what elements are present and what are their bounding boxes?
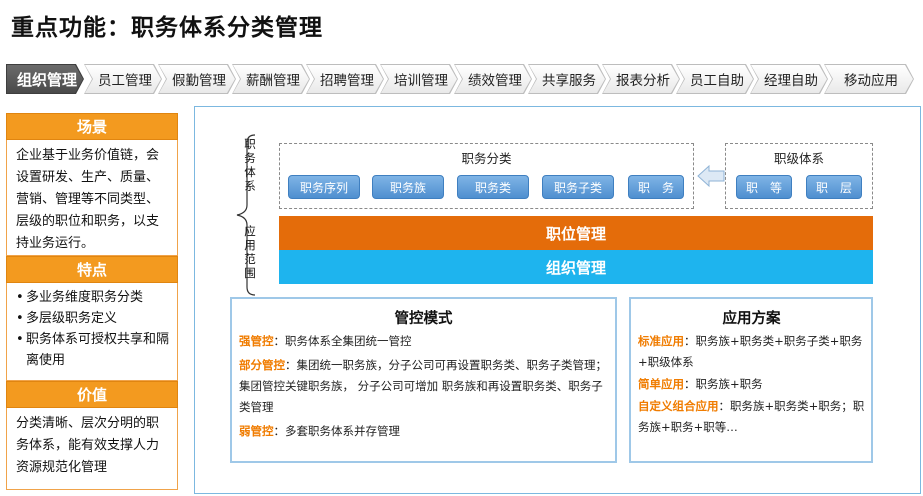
tab-payroll-management[interactable]: 薪酬管理 bbox=[232, 64, 310, 94]
tab-label: 共享服务 bbox=[542, 73, 596, 89]
pill-job-sequence: 职务序列 bbox=[288, 175, 360, 199]
control-line-strong: 强管控：职务体系全集团统一管控 bbox=[239, 331, 608, 352]
job-category-title: 职务分类 bbox=[461, 151, 512, 166]
tab-performance-management[interactable]: 绩效管理 bbox=[454, 64, 532, 94]
solution-key: 标准应用 bbox=[638, 334, 684, 348]
left-panel: 场景 企业基于业务价值链，会设置研发、生产、质量、营销、管理等不同类型、层级的职… bbox=[6, 113, 178, 490]
solution-line-simple: 简单应用：职务族+职务 bbox=[638, 374, 865, 395]
tab-shared-services[interactable]: 共享服务 bbox=[528, 64, 606, 94]
brace-icon bbox=[236, 134, 256, 296]
control-key: 强管控 bbox=[239, 334, 274, 348]
tab-recruitment-management[interactable]: 招聘管理 bbox=[306, 64, 384, 94]
bar-org-management: 组织管理 bbox=[279, 250, 873, 284]
control-desc: ：多套职务体系并存管理 bbox=[273, 424, 401, 438]
bar-position-management: 职位管理 bbox=[279, 216, 873, 250]
solution-title: 应用方案 bbox=[722, 311, 781, 327]
tab-label: 招聘管理 bbox=[320, 73, 374, 89]
pill-job: 职 务 bbox=[628, 175, 684, 199]
tab-manager-self-service[interactable]: 经理自助 bbox=[750, 64, 828, 94]
tab-label: 移动应用 bbox=[844, 73, 898, 89]
list-item: 多层级职务定义 bbox=[16, 308, 169, 329]
control-line-weak: 弱管控：多套职务体系并存管理 bbox=[239, 421, 608, 442]
features-body: 多业务维度职务分类 多层级职务定义 职务体系可授权共享和隔离使用 bbox=[6, 283, 178, 381]
pill-job-class: 职务类 bbox=[457, 175, 529, 199]
control-desc: ：集团统一职务族，分子公司可再设置职务类、职务子类管理；集团管控关键职务族， 分… bbox=[239, 358, 607, 414]
list-item: 职务体系可授权共享和隔离使用 bbox=[16, 329, 169, 371]
scene-header: 场景 bbox=[6, 113, 178, 140]
value-body: 分类清晰、层次分明的职务体系，能有效支撑人力资源规范化管理 bbox=[6, 408, 178, 490]
value-header: 价值 bbox=[6, 381, 178, 408]
solution-line-standard: 标准应用：职务族+职务类+职务子类+职务+职级体系 bbox=[638, 331, 865, 373]
tab-label: 报表分析 bbox=[616, 73, 670, 89]
tab-employee-management[interactable]: 员工管理 bbox=[84, 64, 162, 94]
tab-report-analysis[interactable]: 报表分析 bbox=[602, 64, 680, 94]
tab-org-management[interactable]: 组织管理 bbox=[6, 64, 84, 94]
solution-line-custom: 自定义组合应用：职务族+职务类+职务；职务族+职务+职等… bbox=[638, 396, 865, 438]
job-level-title: 职级体系 bbox=[773, 151, 824, 166]
module-nav: 组织管理 员工管理 假勤管理 薪酬管理 招聘管理 培训管理 绩效管理 共享服务 … bbox=[6, 64, 918, 94]
control-line-partial: 部分管控：集团统一职务族，分子公司可再设置职务类、职务子类管理；集团管控关键职务… bbox=[239, 355, 608, 418]
pill-job-family: 职务族 bbox=[372, 175, 444, 199]
tab-training-management[interactable]: 培训管理 bbox=[380, 64, 458, 94]
features-header: 特点 bbox=[6, 256, 178, 283]
scene-body: 企业基于业务价值链，会设置研发、生产、质量、营销、管理等不同类型、层级的职位和职… bbox=[6, 140, 178, 256]
pill-job-tier: 职 层 bbox=[806, 175, 862, 199]
tab-attendance-management[interactable]: 假勤管理 bbox=[158, 64, 236, 94]
control-desc: ：职务体系全集团统一管控 bbox=[273, 334, 412, 348]
solution-key: 自定义组合应用 bbox=[638, 399, 719, 413]
pill-job-subclass: 职务子类 bbox=[542, 175, 614, 199]
control-mode-box: 管控模式 强管控：职务体系全集团统一管控 部分管控：集团统一职务族，分子公司可再… bbox=[230, 297, 617, 463]
arrow-left-icon bbox=[697, 164, 725, 188]
tab-label: 培训管理 bbox=[394, 73, 448, 89]
tab-label: 绩效管理 bbox=[468, 73, 522, 89]
tab-label: 组织管理 bbox=[16, 70, 77, 89]
solution-key: 简单应用 bbox=[638, 377, 684, 391]
tab-label: 经理自助 bbox=[764, 73, 818, 89]
list-item: 多业务维度职务分类 bbox=[16, 287, 169, 308]
solution-desc: ：职务族+职务 bbox=[684, 377, 763, 391]
tab-label: 薪酬管理 bbox=[246, 73, 300, 89]
control-key: 部分管控 bbox=[239, 358, 285, 372]
tab-label: 员工自助 bbox=[690, 73, 744, 89]
diagram-frame: 职 务 体 系 应 用 范 围 职务分类 职务序列 职务族 职务类 职务子类 职… bbox=[194, 106, 921, 494]
job-category-group: 职务分类 职务序列 职务族 职务类 职务子类 职 务 bbox=[279, 143, 694, 209]
tab-label: 员工管理 bbox=[98, 73, 152, 89]
tab-employee-self-service[interactable]: 员工自助 bbox=[676, 64, 754, 94]
pill-job-grade: 职 等 bbox=[736, 175, 792, 199]
tab-label: 假勤管理 bbox=[172, 73, 226, 89]
page-title: 重点功能：职务体系分类管理 bbox=[11, 15, 323, 41]
control-key: 弱管控 bbox=[239, 424, 274, 438]
control-mode-title: 管控模式 bbox=[394, 311, 453, 327]
tab-mobile-app[interactable]: 移动应用 bbox=[824, 64, 914, 94]
features-list: 多业务维度职务分类 多层级职务定义 职务体系可授权共享和隔离使用 bbox=[16, 287, 169, 371]
solution-box: 应用方案 标准应用：职务族+职务类+职务子类+职务+职级体系 简单应用：职务族+… bbox=[629, 297, 873, 463]
job-level-group: 职级体系 职 等 职 层 bbox=[725, 143, 873, 209]
